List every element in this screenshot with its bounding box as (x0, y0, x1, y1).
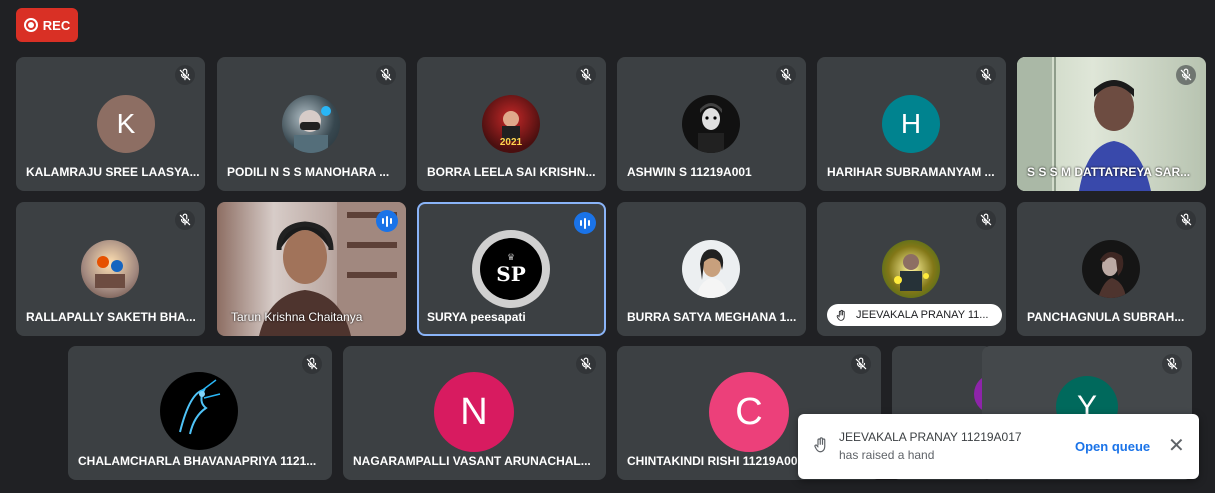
participant-name: Tarun Krishna Chaitanya (231, 310, 363, 324)
participant-tile[interactable]: PANCHAGNULA SUBRAH... (1017, 202, 1206, 336)
speaking-indicator-icon (574, 212, 596, 234)
avatar: 2021 (482, 95, 540, 153)
mic-off-icon (576, 65, 596, 85)
avatar (682, 240, 740, 298)
avatar (682, 95, 740, 153)
avatar (81, 240, 139, 298)
participant-tile[interactable]: ASHWIN S 11219A001 (617, 57, 806, 191)
recording-badge: REC (16, 8, 78, 42)
participant-tile[interactable]: 2021 BORRA LEELA SAI KRISHN... (417, 57, 606, 191)
participant-name: ASHWIN S 11219A001 (627, 165, 752, 179)
raised-hand-badge: JEEVAKALA PRANAY 11... (827, 304, 1003, 326)
participant-name: NAGARAMPALLI VASANT ARUNACHAL... (353, 454, 591, 468)
participant-name: KALAMRAJU SREE LAASYA... (26, 165, 200, 179)
avatar: K (97, 95, 155, 153)
notification-title: JEEVAKALA PRANAY 11219A017 (839, 430, 1022, 444)
avatar (282, 95, 340, 153)
participant-name: S S S M DATTATREYA SAR... (1027, 165, 1191, 179)
participant-tile[interactable]: RALLAPALLY SAKETH BHA... (16, 202, 205, 336)
raised-hand-notification: JEEVAKALA PRANAY 11219A017 has raised a … (798, 414, 1199, 479)
mic-off-icon (851, 354, 871, 374)
avatar (882, 240, 940, 298)
mic-off-icon (576, 354, 596, 374)
participant-name: PANCHAGNULA SUBRAH... (1027, 310, 1185, 324)
mic-off-icon (376, 65, 396, 85)
avatar: ♛ SP (472, 230, 550, 308)
mic-off-icon (976, 210, 996, 230)
participant-tile-active[interactable]: ♛ SP SURYA peesapati (417, 202, 606, 336)
rec-label: REC (42, 17, 71, 33)
participant-tile[interactable]: N NAGARAMPALLI VASANT ARUNACHAL... (343, 346, 606, 480)
close-icon[interactable]: ✕ (1168, 436, 1185, 456)
participant-name: HARIHAR SUBRAMANYAM ... (827, 165, 995, 179)
raised-hand-icon (812, 436, 830, 454)
participant-name: PODILI N S S MANOHARA ... (227, 165, 390, 179)
avatar (1082, 240, 1140, 298)
mic-off-icon (175, 210, 195, 230)
participant-tile[interactable]: K KALAMRAJU SREE LAASYA... (16, 57, 205, 191)
mic-off-icon (1162, 354, 1182, 374)
participant-tile[interactable]: PODILI N S S MANOHARA ... (217, 57, 406, 191)
avatar: N (434, 372, 514, 452)
mic-off-icon (175, 65, 195, 85)
participant-tile[interactable]: H HARIHAR SUBRAMANYAM ... (817, 57, 1006, 191)
raised-hand-icon (835, 309, 848, 322)
mic-off-icon (776, 65, 796, 85)
record-icon (23, 18, 38, 32)
participant-name: SURYA peesapati (427, 310, 526, 324)
speaking-indicator-icon (376, 210, 398, 232)
participant-tile[interactable]: CHALAMCHARLA BHAVANAPRIYA 1121... (68, 346, 332, 480)
mic-off-icon (1176, 210, 1196, 230)
participant-name: JEEVAKALA PRANAY 11... (856, 309, 989, 321)
participant-video-tile[interactable]: Tarun Krishna Chaitanya (217, 202, 406, 336)
open-queue-button[interactable]: Open queue (1075, 439, 1150, 454)
mic-off-icon (976, 65, 996, 85)
mic-off-icon (1176, 65, 1196, 85)
participant-name: BURRA SATYA MEGHANA 1... (627, 310, 797, 324)
notification-message: has raised a hand (839, 448, 935, 462)
participant-name: BORRA LEELA SAI KRISHN... (427, 165, 596, 179)
participant-name: CHINTAKINDI RISHI 11219A00 (627, 454, 798, 468)
avatar: C (709, 372, 789, 452)
avatar: H (882, 95, 940, 153)
avatar (160, 372, 238, 450)
participant-name: CHALAMCHARLA BHAVANAPRIYA 1121... (78, 454, 317, 468)
participant-name: RALLAPALLY SAKETH BHA... (26, 310, 196, 324)
participant-video-tile[interactable]: S S S M DATTATREYA SAR... (1017, 57, 1206, 191)
participant-tile[interactable]: BURRA SATYA MEGHANA 1... (617, 202, 806, 336)
participant-tile[interactable]: JEEVAKALA PRANAY 11... (817, 202, 1006, 336)
mic-off-icon (302, 354, 322, 374)
